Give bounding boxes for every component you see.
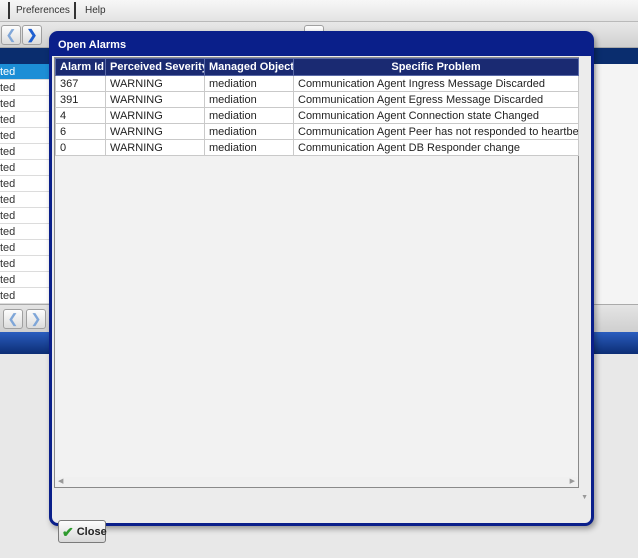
background-list-row[interactable]: ted [0, 80, 50, 96]
open-alarms-dialog: Open Alarms Alarm Id Perceived Severity … [49, 31, 594, 543]
background-list-row[interactable]: ted [0, 96, 50, 112]
column-header-specific-problem[interactable]: Specific Problem [293, 58, 579, 76]
cell-severity: WARNING [105, 139, 205, 156]
cell-specific-problem: Communication Agent Ingress Message Disc… [293, 75, 579, 92]
background-list-row[interactable]: ted [0, 256, 50, 272]
menu-separator [74, 2, 76, 19]
close-button-label: Close [76, 525, 107, 538]
cell-managed-object: mediation [204, 123, 294, 140]
scroll-left-icon[interactable]: ◀ [58, 477, 63, 485]
cell-alarm-id: 367 [55, 75, 106, 92]
column-header-managed-object[interactable]: Managed Object [204, 58, 294, 76]
background-list-row[interactable]: ted [0, 64, 50, 80]
cell-specific-problem: Communication Agent Peer has not respond… [293, 123, 579, 140]
forward-arrow-icon[interactable]: ❯ [22, 25, 42, 45]
cell-alarm-id: 391 [55, 91, 106, 108]
menu-preferences[interactable]: Preferences [16, 5, 70, 16]
menu-help[interactable]: Help [85, 5, 106, 16]
background-list-row[interactable]: ted [0, 112, 50, 128]
column-header-alarm-id[interactable]: Alarm Id [55, 58, 106, 76]
alarms-table: Alarm Id Perceived Severity Managed Obje… [55, 58, 579, 156]
column-header-severity[interactable]: Perceived Severity [105, 58, 205, 76]
scroll-down-icon[interactable]: ▼ [581, 494, 588, 501]
page-forward-icon[interactable]: ❯ [26, 309, 46, 329]
cell-severity: WARNING [105, 91, 205, 108]
background-list-row[interactable]: ted [0, 208, 50, 224]
cell-severity: WARNING [105, 123, 205, 140]
background-list-row[interactable]: ted [0, 272, 50, 288]
cell-alarm-id: 4 [55, 107, 106, 124]
cell-severity: WARNING [105, 75, 205, 92]
table-row[interactable]: 0 WARNING mediation Communication Agent … [55, 139, 579, 156]
alarms-table-container: Alarm Id Perceived Severity Managed Obje… [54, 57, 579, 488]
background-list-row[interactable]: ted [0, 128, 50, 144]
check-icon: ✔ [62, 523, 74, 540]
table-row[interactable]: 367 WARNING mediation Communication Agen… [55, 75, 579, 92]
background-list-row[interactable]: ted [0, 224, 50, 240]
table-row[interactable]: 391 WARNING mediation Communication Agen… [55, 91, 579, 108]
menu-separator [8, 2, 10, 19]
back-arrow-icon[interactable]: ❮ [1, 25, 21, 45]
cell-severity: WARNING [105, 107, 205, 124]
background-list-row[interactable]: ted [0, 176, 50, 192]
background-panel [596, 64, 638, 304]
background-list-row[interactable]: ted [0, 192, 50, 208]
cell-alarm-id: 0 [55, 139, 106, 156]
cell-managed-object: mediation [204, 75, 294, 92]
table-header-row: Alarm Id Perceived Severity Managed Obje… [55, 58, 579, 76]
table-row[interactable]: 4 WARNING mediation Communication Agent … [55, 107, 579, 124]
background-list-row[interactable]: ted [0, 288, 50, 304]
cell-alarm-id: 6 [55, 123, 106, 140]
cell-managed-object: mediation [204, 139, 294, 156]
horizontal-scrollbar[interactable]: ◀ ▶ [55, 477, 578, 487]
cell-specific-problem: Communication Agent Egress Message Disca… [293, 91, 579, 108]
dialog-title: Open Alarms [58, 39, 127, 51]
page-back-icon[interactable]: ❮ [3, 309, 23, 329]
background-list-row[interactable]: ted [0, 144, 50, 160]
background-list: ted ted ted ted ted ted ted ted ted ted ted ted ted t… [0, 64, 50, 304]
cell-specific-problem: Communication Agent Connection state Cha… [293, 107, 579, 124]
close-button[interactable]: ✔ Close [58, 520, 107, 543]
menu-bar: Preferences Help [0, 0, 638, 22]
cell-managed-object: mediation [204, 107, 294, 124]
cell-specific-problem: Communication Agent DB Responder change [293, 139, 579, 156]
background-list-row[interactable]: ted [0, 160, 50, 176]
background-list-row[interactable]: ted [0, 240, 50, 256]
scroll-right-icon[interactable]: ▶ [570, 477, 575, 485]
dialog-body: Alarm Id Perceived Severity Managed Obje… [52, 56, 591, 543]
cell-managed-object: mediation [204, 91, 294, 108]
table-row[interactable]: 6 WARNING mediation Communication Agent … [55, 123, 579, 140]
